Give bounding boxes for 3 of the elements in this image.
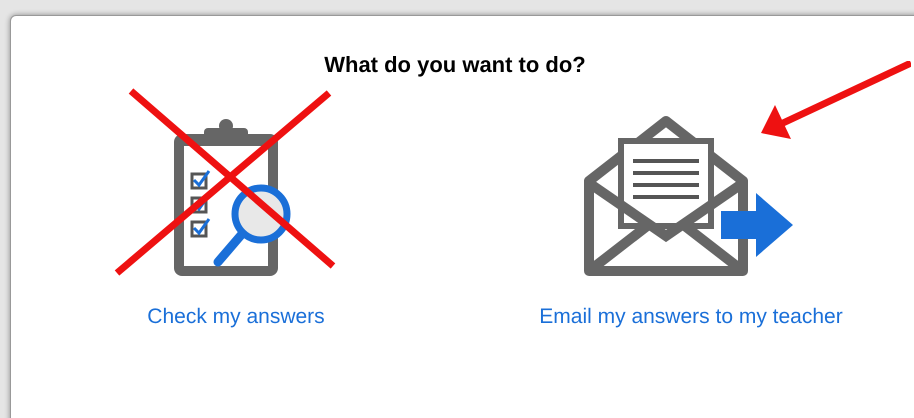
dialog-title: What do you want to do? xyxy=(324,51,586,79)
option-link[interactable]: Check my answers xyxy=(147,301,325,332)
option-link[interactable]: Email my answers to my teacher xyxy=(539,301,843,332)
